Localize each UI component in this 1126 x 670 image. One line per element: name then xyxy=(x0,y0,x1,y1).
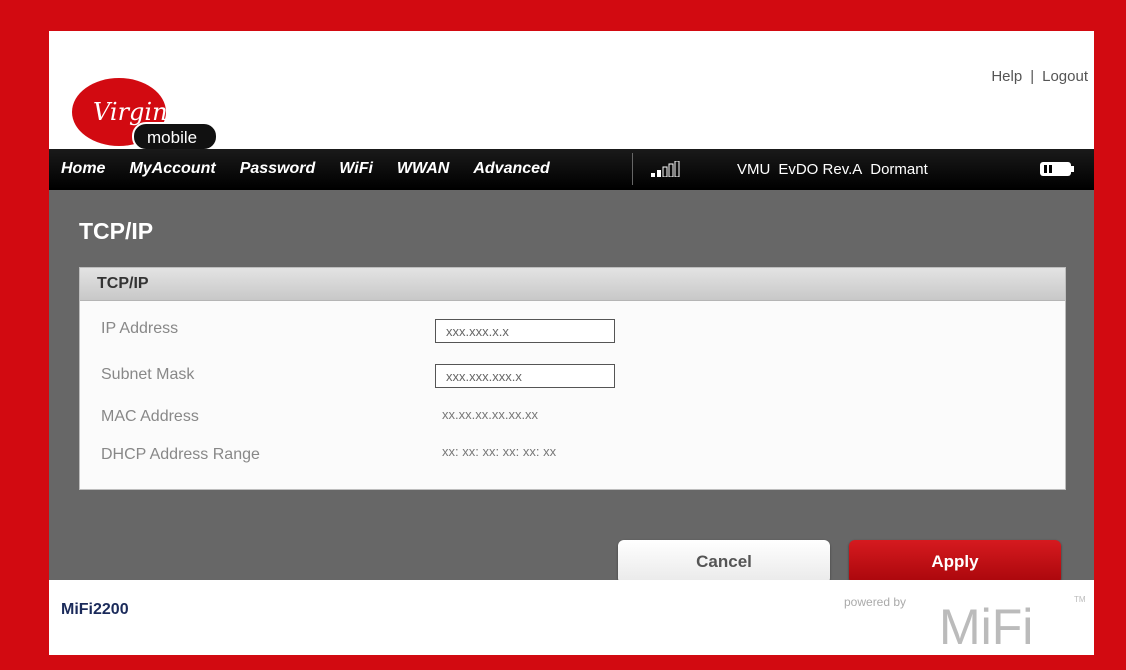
logout-link[interactable]: Logout xyxy=(1042,68,1088,85)
router-admin-page: Virgin mobile Help | Logout Home MyAccount… xyxy=(49,31,1094,655)
nav-advanced[interactable]: Advanced xyxy=(473,160,549,178)
device-model: MiFi2200 xyxy=(61,601,129,618)
ip-address-label: IP Address xyxy=(101,320,179,337)
mac-address-value: xx.xx.xx.xx.xx.xx xyxy=(442,407,539,422)
signal-bar xyxy=(668,163,674,177)
nav-wifi[interactable]: WiFi xyxy=(339,160,373,178)
mifi-brand-text: MiFi xyxy=(939,599,1033,648)
powered-by-mifi-logo: powered by MiFi TM xyxy=(844,595,1086,648)
signal-bar xyxy=(674,161,680,177)
mac-address-label: MAC Address xyxy=(101,408,199,425)
network-text: EvDO Rev.A xyxy=(778,160,863,178)
footer: MiFi2200 powered by MiFi TM xyxy=(49,580,1094,655)
page-title: TCP/IP xyxy=(79,218,154,244)
tcpip-panel: TCP/IP IP Address Subnet Mask MAC Addres… xyxy=(79,267,1066,490)
battery-icon xyxy=(1040,162,1074,176)
dhcp-range-value: xx: xx: xx: xx: xx: xx xyxy=(442,444,557,459)
powered-by-text: powered by xyxy=(844,595,906,609)
nav-home[interactable]: Home xyxy=(61,160,105,178)
logo-mobile-text: mobile xyxy=(147,128,197,147)
trademark-text: TM xyxy=(1074,595,1086,604)
signal-bar xyxy=(657,170,661,177)
state-text: Dormant xyxy=(870,160,928,178)
logo-virgin-text: Virgin xyxy=(93,98,168,126)
nav-password[interactable]: Password xyxy=(240,160,316,178)
apply-button[interactable]: Apply xyxy=(849,540,1061,584)
dhcp-range-label: DHCP Address Range xyxy=(101,446,260,463)
main-nav: Home MyAccount Password WiFi WWAN Advanc… xyxy=(61,149,574,189)
nav-myaccount[interactable]: MyAccount xyxy=(129,160,215,178)
link-separator: | xyxy=(1030,68,1035,85)
header: Virgin mobile Help | Logout xyxy=(49,31,1094,151)
subnet-mask-label: Subnet Mask xyxy=(101,366,195,383)
nav-divider xyxy=(632,153,633,185)
nav-bar: Home MyAccount Password WiFi WWAN Advanc… xyxy=(49,149,1094,190)
top-links: Help | Logout xyxy=(991,68,1088,85)
ip-address-input[interactable] xyxy=(435,319,615,343)
help-link[interactable]: Help xyxy=(991,68,1022,85)
cancel-button[interactable]: Cancel xyxy=(618,540,830,584)
panel-title: TCP/IP xyxy=(80,268,1065,301)
connection-status: VMU EvDO Rev.A Dormant xyxy=(737,149,936,189)
carrier-text: VMU xyxy=(737,160,771,178)
virgin-mobile-logo: Virgin mobile xyxy=(72,78,218,151)
signal-bar xyxy=(662,166,668,177)
nav-wwan[interactable]: WWAN xyxy=(397,160,449,178)
signal-strength-icon xyxy=(651,161,680,177)
signal-bar xyxy=(651,173,655,177)
subnet-mask-input[interactable] xyxy=(435,364,615,388)
main-content: TCP/IP TCP/IP IP Address Subnet Mask MAC… xyxy=(49,190,1094,584)
